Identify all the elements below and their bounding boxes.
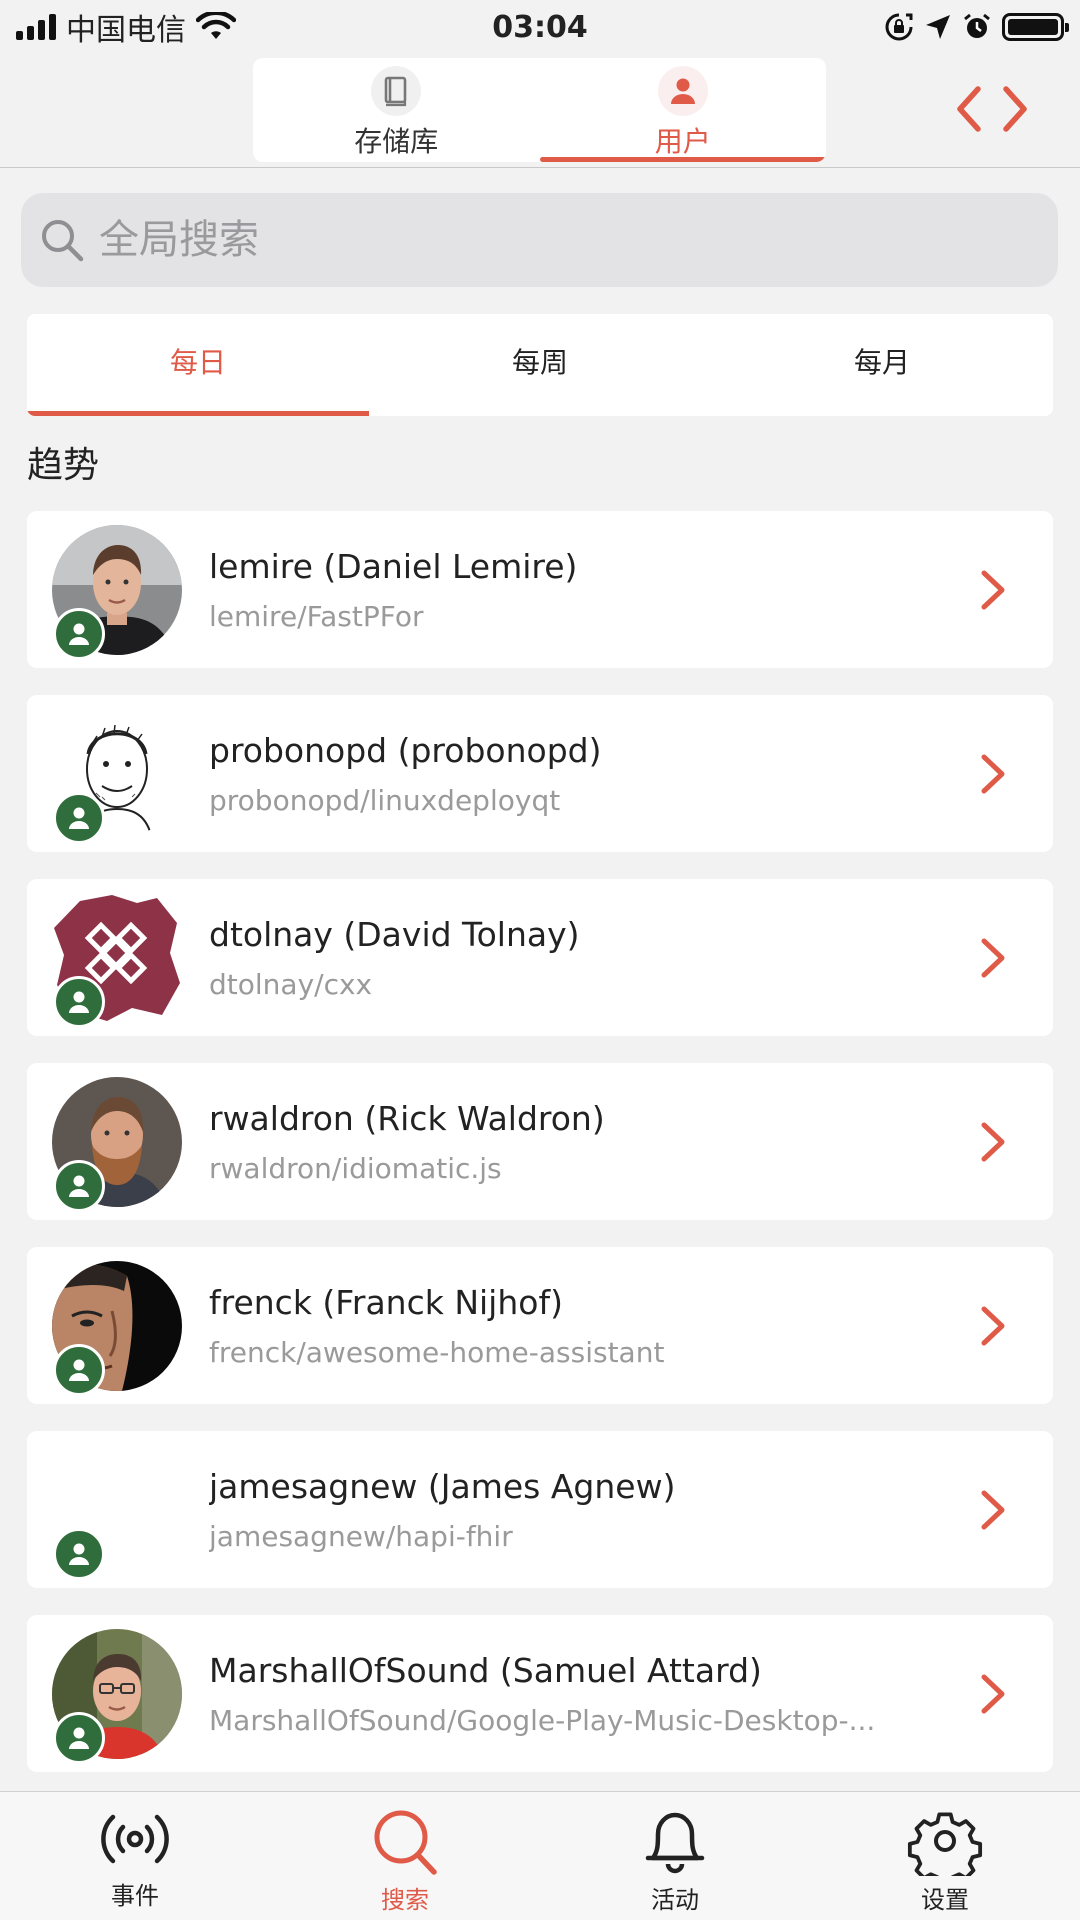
chevron-right-icon [963, 560, 1023, 620]
chevron-right-icon [963, 928, 1023, 988]
search-icon [374, 1810, 437, 1875]
wifi-icon [196, 12, 236, 39]
user-name: frenck (Franck Nijhof) [209, 1282, 563, 1322]
section-title: 趋势 [27, 445, 100, 486]
segment-users-label: 用户 [654, 125, 711, 158]
tab-activity[interactable]: 活动 [540, 1792, 810, 1920]
battery-icon [1002, 13, 1069, 41]
avatar-wrap [52, 1260, 182, 1396]
avatar-wrap [52, 524, 182, 660]
gear-icon [907, 1812, 983, 1876]
bell-icon [645, 1812, 705, 1874]
card-text: dtolnay (David Tolnay) dtolnay/cxx [209, 915, 963, 1001]
book-icon [371, 66, 422, 116]
user-repo: lemire/FastPFor [209, 599, 424, 633]
list-item[interactable]: lemire (Daniel Lemire) lemire/FastPFor [27, 511, 1053, 668]
code-button[interactable] [950, 82, 1034, 136]
user-repo: jamesagnew/hapi-fhir [209, 1519, 513, 1553]
user-badge-icon [53, 791, 105, 844]
status-bar: 中国电信 03:04 [0, 0, 1080, 54]
card-text: MarshallOfSound (Samuel Attard) Marshall… [209, 1651, 963, 1737]
global-search-bar[interactable] [21, 193, 1058, 287]
person-icon [657, 66, 708, 116]
user-name: MarshallOfSound (Samuel Attard) [209, 1650, 762, 1690]
chevron-right-icon [963, 1296, 1023, 1356]
tab-monthly[interactable]: 每月 [711, 314, 1053, 416]
search-icon [42, 220, 84, 262]
bottom-tab-bar: 事件 搜索 活动 设置 [0, 1791, 1080, 1920]
user-badge-icon [53, 975, 105, 1028]
card-text: probonopd (probonopd) probonopd/linuxdep… [209, 731, 963, 817]
alarm-icon [964, 13, 990, 38]
period-tabs: 每日 每周 每月 [27, 314, 1053, 416]
avatar-wrap [52, 893, 182, 1028]
chevron-right-icon [963, 1664, 1023, 1724]
user-badge-icon [53, 1527, 105, 1580]
tab-activity-label: 活动 [651, 1886, 699, 1914]
user-badge-icon [53, 1159, 105, 1212]
signal-icon [16, 14, 56, 40]
code-icon [957, 86, 1027, 132]
segment-repositories[interactable]: 存储库 [253, 58, 540, 162]
chevron-right-icon [963, 1480, 1023, 1540]
trending-users-list: lemire (Daniel Lemire) lemire/FastPFor p… [27, 511, 1053, 1799]
list-item[interactable]: rwaldron (Rick Waldron) rwaldron/idiomat… [27, 1063, 1053, 1220]
status-left: 中国电信 [16, 5, 236, 49]
user-repo: MarshallOfSound/Google-Play-Music-Deskto… [209, 1703, 876, 1737]
carrier-label: 中国电信 [66, 13, 186, 48]
avatar-wrap [52, 1628, 182, 1764]
list-item[interactable]: MarshallOfSound (Samuel Attard) Marshall… [27, 1615, 1053, 1772]
location-arrow-icon [926, 15, 950, 39]
user-name: rwaldron (Rick Waldron) [209, 1098, 605, 1138]
status-right [884, 12, 1069, 42]
chevron-right-icon [963, 1112, 1023, 1172]
avatar-wrap [52, 708, 182, 844]
user-repo: dtolnay/cxx [209, 967, 373, 1001]
tab-search-label: 搜索 [381, 1886, 429, 1914]
tab-daily[interactable]: 每日 [27, 314, 369, 416]
user-badge-icon [53, 1343, 105, 1396]
avatar-wrap [52, 1076, 182, 1212]
tab-weekly[interactable]: 每周 [369, 314, 711, 416]
search-input[interactable] [99, 217, 999, 263]
rotation-lock-icon [885, 13, 913, 41]
list-item[interactable]: frenck (Franck Nijhof) frenck/awesome-ho… [27, 1247, 1053, 1404]
user-name: probonopd (probonopd) [209, 730, 602, 770]
tab-settings-label: 设置 [921, 1886, 969, 1914]
list-item[interactable]: probonopd (probonopd) probonopd/linuxdep… [27, 695, 1053, 852]
user-name: lemire (Daniel Lemire) [209, 546, 578, 586]
user-badge-icon [53, 1711, 105, 1764]
card-text: lemire (Daniel Lemire) lemire/FastPFor [209, 547, 963, 633]
card-text: frenck (Franck Nijhof) frenck/awesome-ho… [209, 1283, 963, 1369]
user-name: jamesagnew (James Agnew) [209, 1466, 676, 1506]
scope-segmented-control: 存储库 用户 [253, 58, 826, 162]
user-repo: probonopd/linuxdeployqt [209, 783, 561, 817]
avatar-wrap [52, 1445, 182, 1580]
segment-repositories-label: 存储库 [354, 125, 439, 158]
tab-events[interactable]: 事件 [0, 1792, 270, 1920]
tab-events-label: 事件 [111, 1882, 159, 1910]
chevron-right-icon [963, 744, 1023, 804]
list-item[interactable]: jamesagnew (James Agnew) jamesagnew/hapi… [27, 1431, 1053, 1588]
card-text: rwaldron (Rick Waldron) rwaldron/idiomat… [209, 1099, 963, 1185]
card-text: jamesagnew (James Agnew) jamesagnew/hapi… [209, 1467, 963, 1553]
user-badge-icon [53, 607, 105, 660]
broadcast-icon [101, 1814, 169, 1864]
list-item[interactable]: dtolnay (David Tolnay) dtolnay/cxx [27, 879, 1053, 1036]
segment-users[interactable]: 用户 [539, 58, 827, 162]
top-header: 存储库 用户 [0, 54, 1080, 168]
user-repo: frenck/awesome-home-assistant [209, 1335, 665, 1369]
user-name: dtolnay (David Tolnay) [209, 914, 580, 954]
tab-settings[interactable]: 设置 [810, 1792, 1080, 1920]
user-repo: rwaldron/idiomatic.js [209, 1151, 502, 1185]
tab-search[interactable]: 搜索 [270, 1792, 540, 1920]
